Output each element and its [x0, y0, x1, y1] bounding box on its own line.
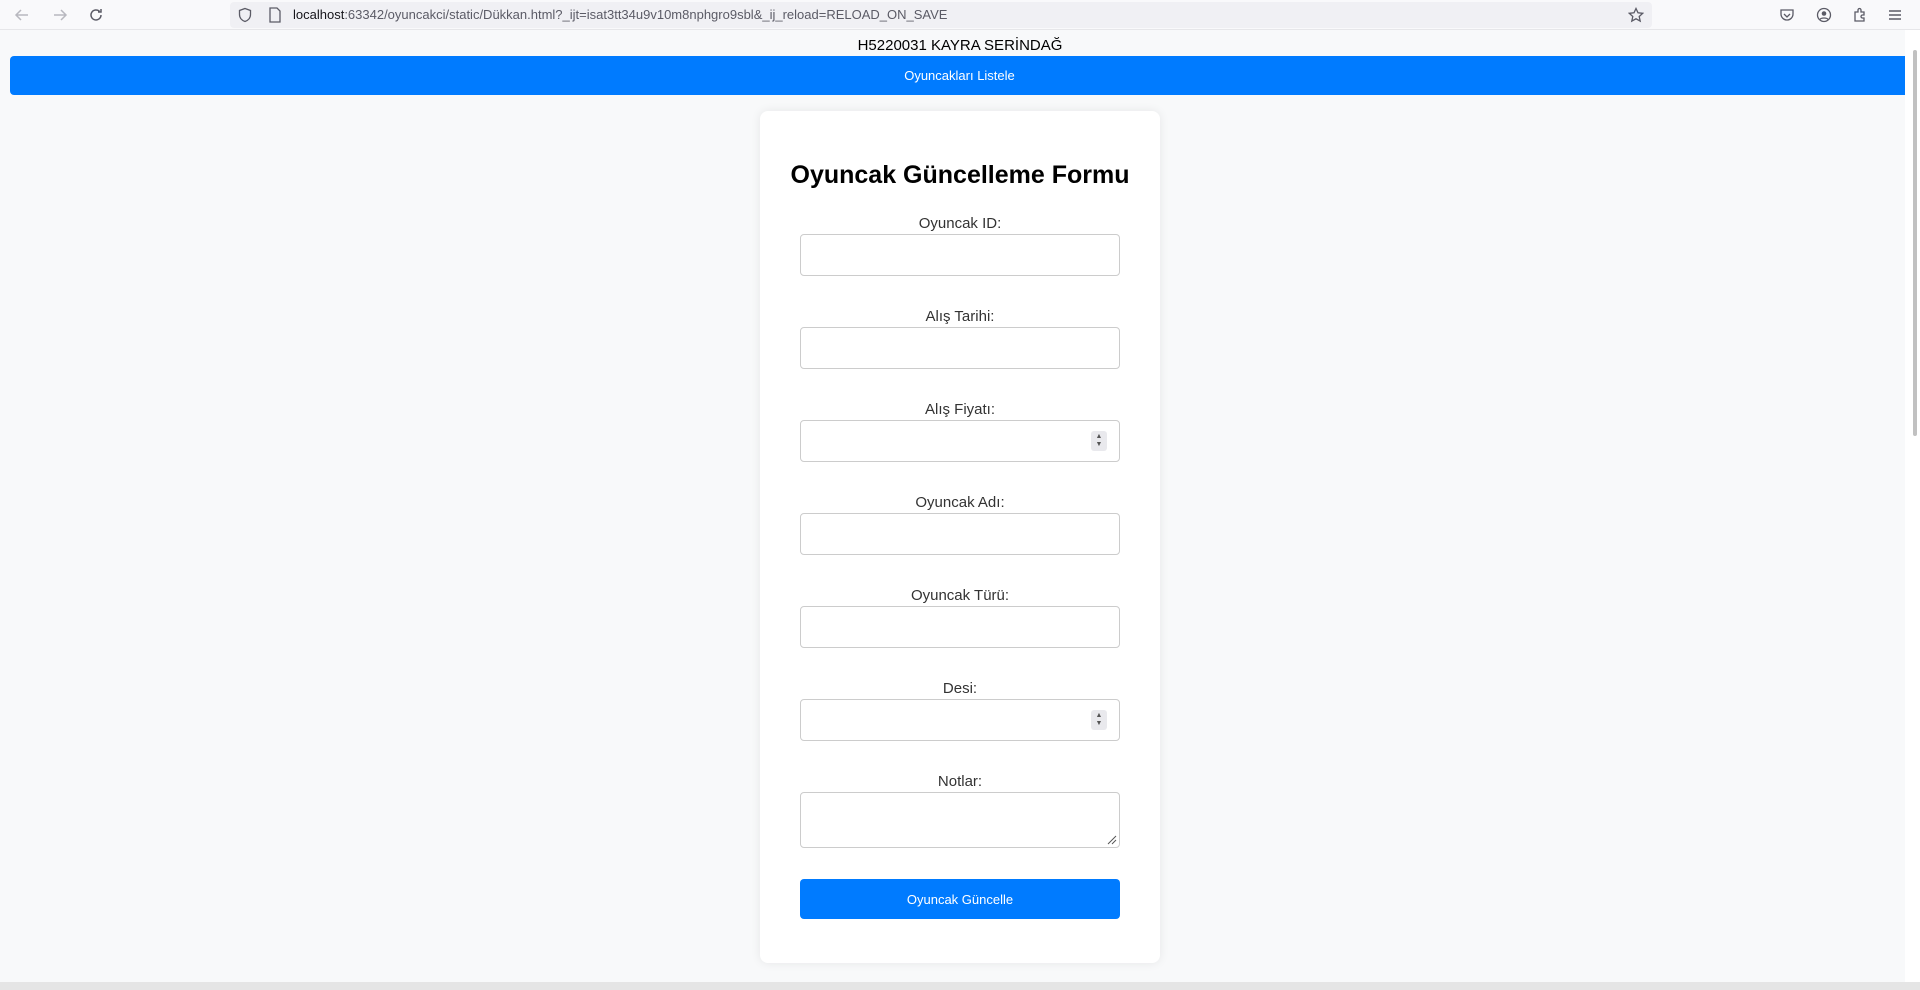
- page-scrollbar[interactable]: [1905, 30, 1920, 982]
- resize-grip-icon[interactable]: [1105, 833, 1117, 845]
- desi-spinner[interactable]: ▲ ▼: [1091, 710, 1107, 730]
- spinner-down-icon[interactable]: ▼: [1096, 441, 1103, 449]
- purchase-price-label: Alış Fiyatı:: [924, 401, 995, 418]
- forward-icon[interactable]: [48, 5, 72, 25]
- taskbar-strip: [0, 982, 1920, 990]
- shield-icon[interactable]: [236, 6, 254, 24]
- notes-textarea[interactable]: [800, 792, 1120, 848]
- back-icon[interactable]: [10, 5, 34, 25]
- reload-icon[interactable]: [84, 5, 108, 25]
- pocket-icon[interactable]: [1778, 6, 1796, 24]
- purchase-date-label: Alış Tarihi:: [925, 308, 995, 325]
- page-header-title: H5220031 KAYRA SERİNDAĞ: [857, 37, 1063, 54]
- toy-type-label: Oyuncak Türü:: [910, 587, 1010, 604]
- toy-type-input[interactable]: [800, 606, 1120, 648]
- account-icon[interactable]: [1815, 6, 1833, 24]
- toy-name-label: Oyuncak Adı:: [915, 494, 1005, 511]
- list-toys-button[interactable]: Oyuncakları Listele: [10, 56, 1909, 95]
- toy-id-input[interactable]: [800, 234, 1120, 276]
- page-icon[interactable]: [266, 6, 284, 24]
- browser-toolbar: localhost:63342/oyuncakci/static/Dükkan.…: [0, 0, 1920, 30]
- purchase-price-input[interactable]: ▲ ▼: [800, 420, 1120, 462]
- form-title: Oyuncak Güncelleme Formu: [790, 161, 1130, 189]
- scrollbar-thumb[interactable]: [1913, 50, 1917, 436]
- spinner-up-icon[interactable]: ▲: [1096, 712, 1103, 720]
- spinner-down-icon[interactable]: ▼: [1096, 720, 1103, 728]
- update-toy-button[interactable]: Oyuncak Güncelle: [800, 879, 1120, 919]
- purchase-date-input[interactable]: [800, 327, 1120, 369]
- page-content: H5220031 KAYRA SERİNDAĞ Oyuncakları List…: [0, 30, 1909, 982]
- spinner-up-icon[interactable]: ▲: [1096, 433, 1103, 441]
- desi-label: Desi:: [942, 680, 978, 697]
- url-text[interactable]: localhost:63342/oyuncakci/static/Dükkan.…: [293, 7, 947, 22]
- extensions-icon[interactable]: [1851, 6, 1869, 24]
- toy-id-label: Oyuncak ID:: [918, 215, 1002, 232]
- desi-input[interactable]: ▲ ▼: [800, 699, 1120, 741]
- toy-name-input[interactable]: [800, 513, 1120, 555]
- update-form-card: Oyuncak Güncelleme Formu Oyuncak ID: Alı…: [760, 111, 1160, 963]
- price-spinner[interactable]: ▲ ▼: [1091, 431, 1107, 451]
- bookmark-star-icon[interactable]: [1627, 6, 1645, 24]
- notes-label: Notlar:: [937, 773, 983, 790]
- menu-icon[interactable]: [1886, 6, 1904, 24]
